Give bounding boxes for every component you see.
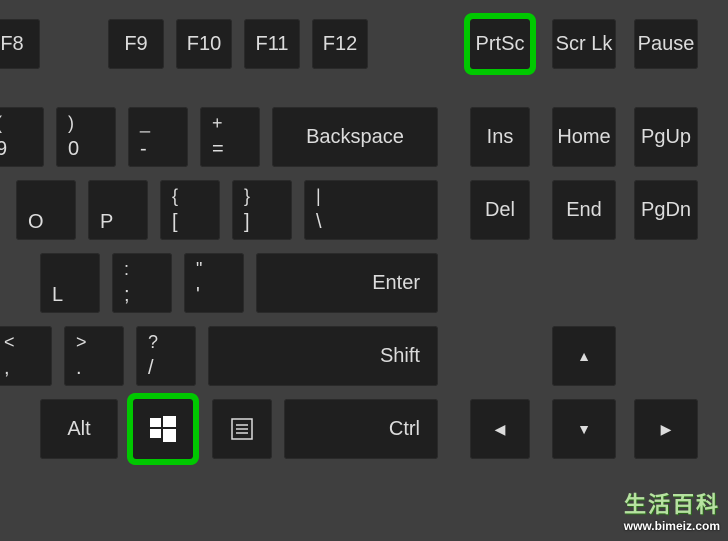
key-label: , xyxy=(4,357,10,380)
watermark-line1: 生活百科 xyxy=(624,487,720,519)
key-label: F9 xyxy=(124,33,147,56)
key-label: ' xyxy=(196,284,200,307)
arrow-down-icon: ▼ xyxy=(577,421,591,437)
key-shift-label: } xyxy=(244,186,250,207)
key-f11[interactable]: F11 xyxy=(244,19,300,69)
key-f12[interactable]: F12 xyxy=(312,19,368,69)
key-label: Ctrl xyxy=(389,418,420,441)
key-shift-label: : xyxy=(124,259,129,280)
key-windows[interactable] xyxy=(133,399,193,459)
key-label: F11 xyxy=(256,33,289,56)
key-label: Enter xyxy=(372,272,420,295)
arrow-left-icon: ◀ xyxy=(495,421,506,438)
key-home[interactable]: Home xyxy=(552,107,616,167)
key-label: \ xyxy=(316,211,322,234)
key-l[interactable]: L xyxy=(40,253,100,313)
key-lbracket[interactable]: { [ xyxy=(160,180,220,240)
key-shift-label: > xyxy=(76,332,87,353)
windows-logo-icon xyxy=(150,416,176,442)
key-slash[interactable]: ? / xyxy=(136,326,196,386)
key-label: Pause xyxy=(638,33,695,56)
key-label: ; xyxy=(124,284,130,307)
key-o[interactable]: O xyxy=(16,180,76,240)
key-f9[interactable]: F9 xyxy=(108,19,164,69)
key-label: . xyxy=(76,357,82,380)
key-prtsc[interactable]: PrtSc xyxy=(470,19,530,69)
key-shift-label: < xyxy=(4,332,15,353)
key-arrow-right[interactable]: ▶ xyxy=(634,399,698,459)
key-end[interactable]: End xyxy=(552,180,616,240)
key-label: F8 xyxy=(0,33,23,56)
key-semicolon[interactable]: : ; xyxy=(112,253,172,313)
key-f8[interactable]: F8 xyxy=(0,19,40,69)
key-label: End xyxy=(566,199,602,222)
key-shift-label: | xyxy=(316,186,321,207)
key-ctrl[interactable]: Ctrl xyxy=(284,399,438,459)
key-equals[interactable]: + = xyxy=(200,107,260,167)
watermark-line2: www.bimeiz.com xyxy=(624,519,720,533)
key-enter[interactable]: Enter xyxy=(256,253,438,313)
key-del[interactable]: Del xyxy=(470,180,530,240)
key-shift[interactable]: Shift xyxy=(208,326,438,386)
key-shift-label: ? xyxy=(148,332,158,353)
key-arrow-up[interactable]: ▲ xyxy=(552,326,616,386)
key-shift-label: + xyxy=(212,113,223,134)
key-menu[interactable] xyxy=(212,399,272,459)
key-shift-label: " xyxy=(196,259,202,280)
menu-icon xyxy=(231,418,253,440)
key-backspace[interactable]: Backspace xyxy=(272,107,438,167)
key-label: = xyxy=(212,138,224,161)
key-p[interactable]: P xyxy=(88,180,148,240)
key-label: 9 xyxy=(0,138,7,161)
key-label: 0 xyxy=(68,138,79,161)
key-arrow-left[interactable]: ◀ xyxy=(470,399,530,459)
key-pause[interactable]: Pause xyxy=(634,19,698,69)
key-quote[interactable]: " ' xyxy=(184,253,244,313)
key-label: Ins xyxy=(487,126,514,149)
key-shift-label: ( xyxy=(0,113,2,134)
key-shift-label: { xyxy=(172,186,178,207)
key-period[interactable]: > . xyxy=(64,326,124,386)
key-label: Home xyxy=(557,126,610,149)
key-rbracket[interactable]: } ] xyxy=(232,180,292,240)
key-label: Backspace xyxy=(306,126,404,149)
key-f10[interactable]: F10 xyxy=(176,19,232,69)
key-label: Scr Lk xyxy=(556,33,613,56)
key-0[interactable]: ) 0 xyxy=(56,107,116,167)
key-label: PgDn xyxy=(641,199,691,222)
key-label: Alt xyxy=(67,418,90,441)
key-label: Del xyxy=(485,199,515,222)
key-pgdn[interactable]: PgDn xyxy=(634,180,698,240)
key-9[interactable]: ( 9 xyxy=(0,107,44,167)
key-label: Shift xyxy=(380,345,420,368)
watermark: 生活百科 www.bimeiz.com xyxy=(624,487,720,533)
key-alt[interactable]: Alt xyxy=(40,399,118,459)
key-label: PgUp xyxy=(641,126,691,149)
key-ins[interactable]: Ins xyxy=(470,107,530,167)
key-label: O xyxy=(28,211,44,234)
arrow-up-icon: ▲ xyxy=(577,348,591,364)
key-pgup[interactable]: PgUp xyxy=(634,107,698,167)
key-label: L xyxy=(52,284,63,307)
key-label: - xyxy=(140,138,147,161)
key-label: F12 xyxy=(323,33,357,56)
key-label: [ xyxy=(172,211,178,234)
key-arrow-down[interactable]: ▼ xyxy=(552,399,616,459)
key-shift-label: ) xyxy=(68,113,74,134)
key-label: PrtSc xyxy=(476,33,525,56)
arrow-right-icon: ▶ xyxy=(661,421,672,438)
key-backslash[interactable]: | \ xyxy=(304,180,438,240)
key-scrlk[interactable]: Scr Lk xyxy=(552,19,616,69)
key-minus[interactable]: _ - xyxy=(128,107,188,167)
key-comma[interactable]: < , xyxy=(0,326,52,386)
key-shift-label: _ xyxy=(140,113,150,134)
key-label: ] xyxy=(244,211,250,234)
key-label: / xyxy=(148,357,154,380)
key-label: P xyxy=(100,211,113,234)
key-label: F10 xyxy=(187,33,221,56)
